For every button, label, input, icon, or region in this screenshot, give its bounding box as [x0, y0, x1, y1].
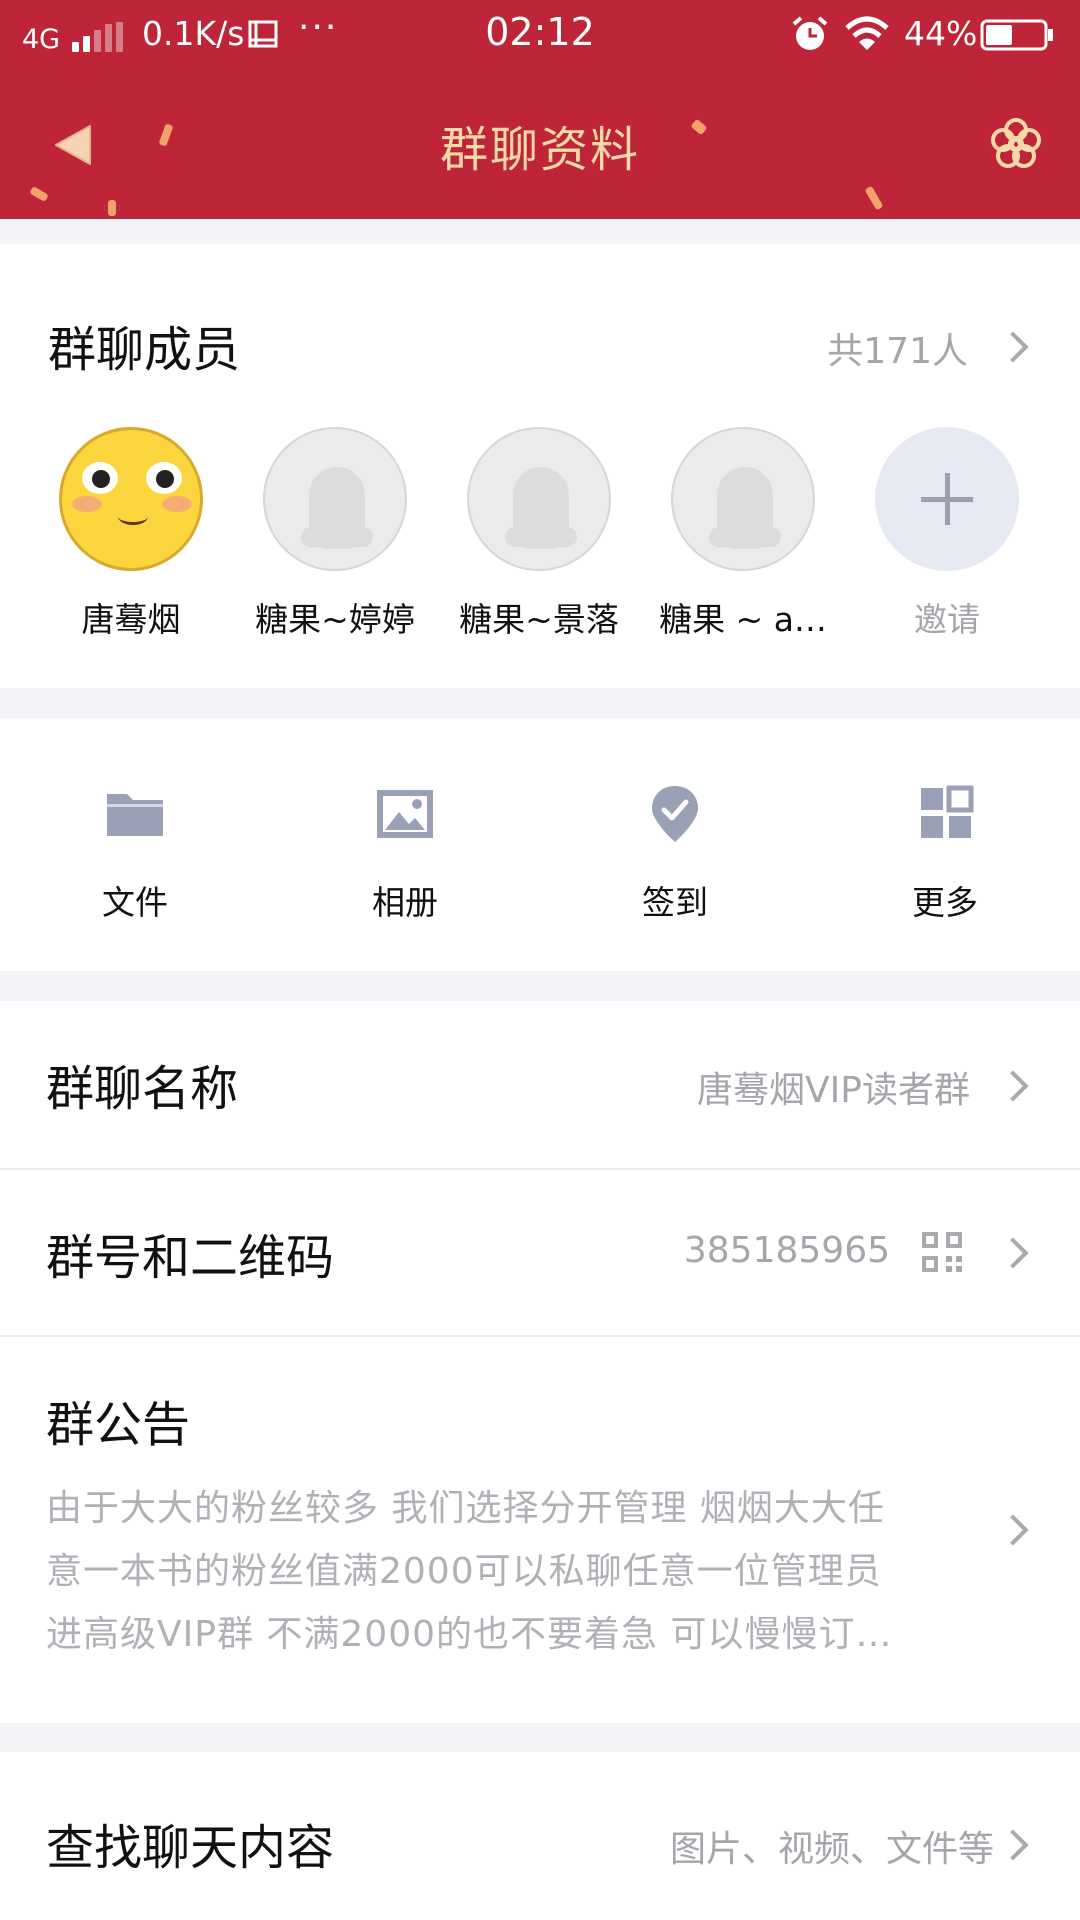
announcement-text: 由于大大的粉丝较多 我们选择分开管理 烟烟大大任 意一本书的粉丝值满2000可以… [46, 1477, 996, 1666]
announcement-line: 进高级VIP群 不满2000的也不要着急 可以慢慢订… [46, 1614, 893, 1655]
member-item[interactable]: 糖果~婷婷 [240, 427, 430, 641]
invite-label: 邀请 [914, 600, 980, 639]
plus-icon[interactable] [875, 427, 1019, 571]
member-name: 糖果 ~ a… [659, 600, 827, 639]
alarm-icon [792, 16, 828, 50]
tool-files[interactable]: 文件 [35, 784, 235, 924]
battery-icon [980, 19, 1053, 51]
search-chat-label: 查找聊天内容 [46, 1820, 335, 1876]
grid-icon [921, 785, 974, 838]
member-item[interactable]: 糖果~景落 [444, 427, 634, 641]
group-name-value: 唐蓦烟VIP读者群 [697, 1070, 970, 1111]
tools-section: 文件 相册 签到 更多 [0, 718, 1080, 971]
member-name: 糖果~婷婷 [255, 600, 415, 639]
tool-label: 文件 [102, 883, 168, 922]
checkin-icon [652, 786, 698, 842]
nav-bar: 群聊资料 [0, 70, 1080, 219]
avatar[interactable] [59, 427, 203, 571]
member-name: 糖果~景落 [459, 600, 619, 639]
tool-label: 相册 [372, 883, 438, 922]
page-title: 群聊资料 [439, 122, 640, 178]
search-chat-row[interactable]: 查找聊天内容 图片、视频、文件等 [0, 1752, 1080, 1920]
image-icon [377, 790, 433, 838]
group-number-row[interactable]: 群号和二维码 385185965 [0, 1170, 1080, 1336]
status-bar: 4G 0.1K/s ··· 02:12 44% [0, 0, 1080, 70]
header: 4G 0.1K/s ··· 02:12 44% 群聊资料 [0, 0, 1080, 219]
folder-icon [107, 794, 163, 836]
group-name-label: 群聊名称 [46, 1061, 239, 1117]
members-section: 群聊成员 共171人 唐蓦烟 糖果~婷婷 糖果~景落 糖果 ~ a… 邀请 [0, 244, 1080, 688]
search-chat-hint: 图片、视频、文件等 [669, 1829, 994, 1870]
qr-code-icon[interactable] [920, 1230, 964, 1274]
tool-more[interactable]: 更多 [845, 784, 1045, 924]
announcement-row[interactable]: 群公告 由于大大的粉丝较多 我们选择分开管理 烟烟大大任 意一本书的粉丝值满20… [0, 1337, 1080, 1723]
chevron-right-icon[interactable] [997, 331, 1029, 363]
wifi-icon [845, 16, 889, 50]
member-item[interactable]: 糖果 ~ a… [648, 427, 838, 641]
tool-checkin[interactable]: 签到 [575, 784, 775, 924]
announcement-line: 意一本书的粉丝值满2000可以私聊任意一位管理员 [46, 1551, 882, 1592]
announcement-title: 群公告 [46, 1397, 191, 1453]
chevron-right-icon [997, 1514, 1029, 1546]
member-name: 唐蓦烟 [81, 600, 181, 639]
avatar[interactable] [263, 427, 407, 571]
tool-label: 更多 [912, 883, 978, 922]
avatar[interactable] [467, 427, 611, 571]
member-count[interactable]: 共171人 [827, 322, 968, 374]
member-item[interactable]: 唐蓦烟 [36, 427, 226, 641]
group-number-label: 群号和二维码 [46, 1230, 335, 1286]
chevron-right-icon [997, 1829, 1029, 1861]
battery-percentage: 44% [904, 14, 978, 53]
chevron-right-icon [997, 1070, 1029, 1102]
flower-icon[interactable] [988, 116, 1044, 172]
announcement-line: 由于大大的粉丝较多 我们选择分开管理 烟烟大大任 [46, 1488, 885, 1529]
members-title: 群聊成员 [48, 322, 241, 378]
invite-button[interactable]: 邀请 [852, 427, 1042, 641]
group-name-row[interactable]: 群聊名称 唐蓦烟VIP读者群 [0, 1001, 1080, 1169]
chevron-right-icon [997, 1237, 1029, 1269]
tool-album[interactable]: 相册 [305, 784, 505, 924]
tool-label: 签到 [642, 883, 708, 922]
avatar[interactable] [671, 427, 815, 571]
group-number-value: 385185965 [683, 1230, 890, 1271]
